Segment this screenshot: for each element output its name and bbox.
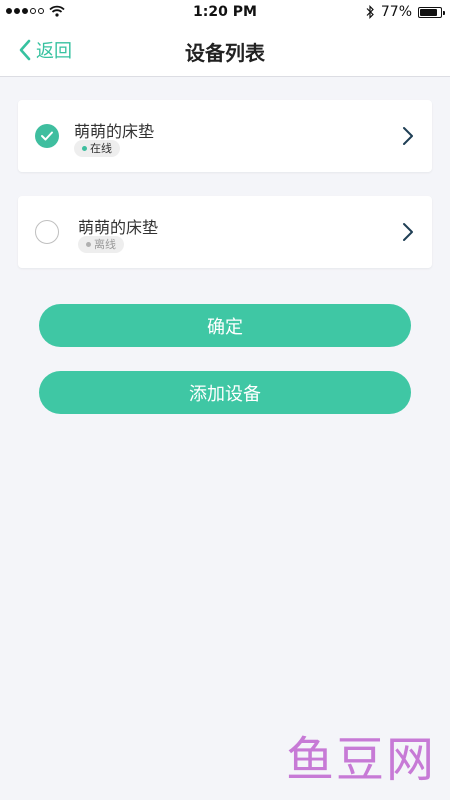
status-label: 离线 <box>94 238 116 251</box>
device-name: 萌萌的床垫 <box>74 122 155 141</box>
status-badge: 离线 <box>78 236 124 253</box>
bluetooth-icon <box>366 5 374 19</box>
status-right: 77% <box>365 4 445 20</box>
check-icon <box>41 131 53 141</box>
device-name: 萌萌的床垫 <box>78 218 159 237</box>
add-device-button[interactable]: 添加设备 <box>39 371 411 414</box>
chevron-right-icon[interactable] <box>402 222 414 242</box>
device-row[interactable]: 萌萌的床垫 离线 <box>18 196 432 268</box>
confirm-button[interactable]: 确定 <box>39 304 411 347</box>
device-radio-unselected[interactable] <box>35 220 59 244</box>
status-dot <box>86 242 91 247</box>
status-dot <box>82 146 87 151</box>
status-bar: 1:20 PM 77% <box>0 0 450 24</box>
device-row[interactable]: 萌萌的床垫 在线 <box>18 100 432 172</box>
status-label: 在线 <box>90 142 112 155</box>
device-radio-selected[interactable] <box>35 124 59 148</box>
nav-bar: 返回 设备列表 <box>0 24 450 77</box>
battery-fill <box>420 8 437 16</box>
watermark-logo: 鱼豆网 <box>285 732 436 788</box>
status-badge: 在线 <box>74 140 120 157</box>
battery-percent: 77% <box>380 4 412 20</box>
page-title: 设备列表 <box>185 41 265 65</box>
chevron-right-icon[interactable] <box>402 126 414 146</box>
battery-icon <box>418 6 445 18</box>
